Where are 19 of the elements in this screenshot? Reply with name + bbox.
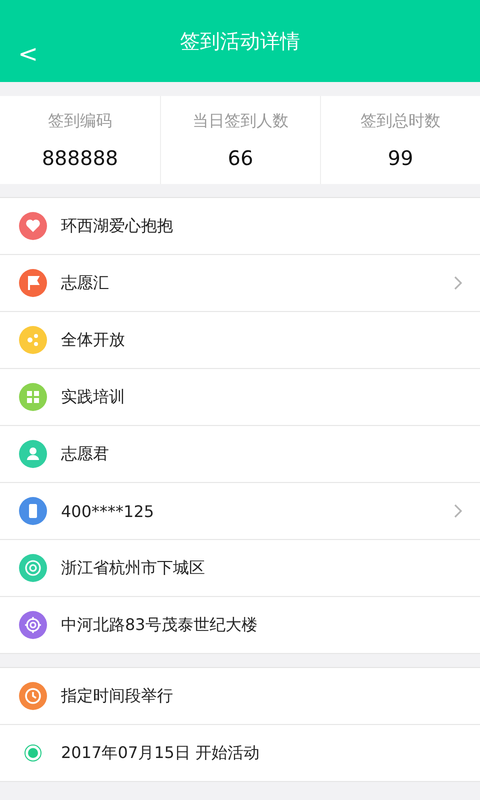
stat-label: 当日签到人数 [192,110,288,132]
info-text: 全体开放 [61,330,126,350]
info-text: 环西湖爱心抱抱 [61,216,174,236]
info-text: 中河北路83号茂泰世纪大楼 [61,614,258,636]
info-row[interactable]: 400****125 [0,483,480,540]
page-title: 签到活动详情 [180,28,300,54]
info-text: 浙江省杭州市下城区 [61,558,206,578]
info-text: 实践培训 [61,386,126,408]
time-text: 2017年07月15日 开始活动 [61,742,261,764]
info-text: 志愿君 [61,444,110,464]
stat-value: 66 [228,146,254,170]
stat-value: 99 [388,146,414,170]
stat-label: 签到总时数 [360,110,440,132]
stat-label: 签到编码 [48,110,112,132]
info-row[interactable]: 志愿汇 [0,255,480,312]
info-text: 400****125 [61,502,156,520]
info-text: 志愿汇 [61,272,110,294]
time-text: 指定时间段举行 [61,686,174,706]
stat-value: 888888 [42,146,118,170]
